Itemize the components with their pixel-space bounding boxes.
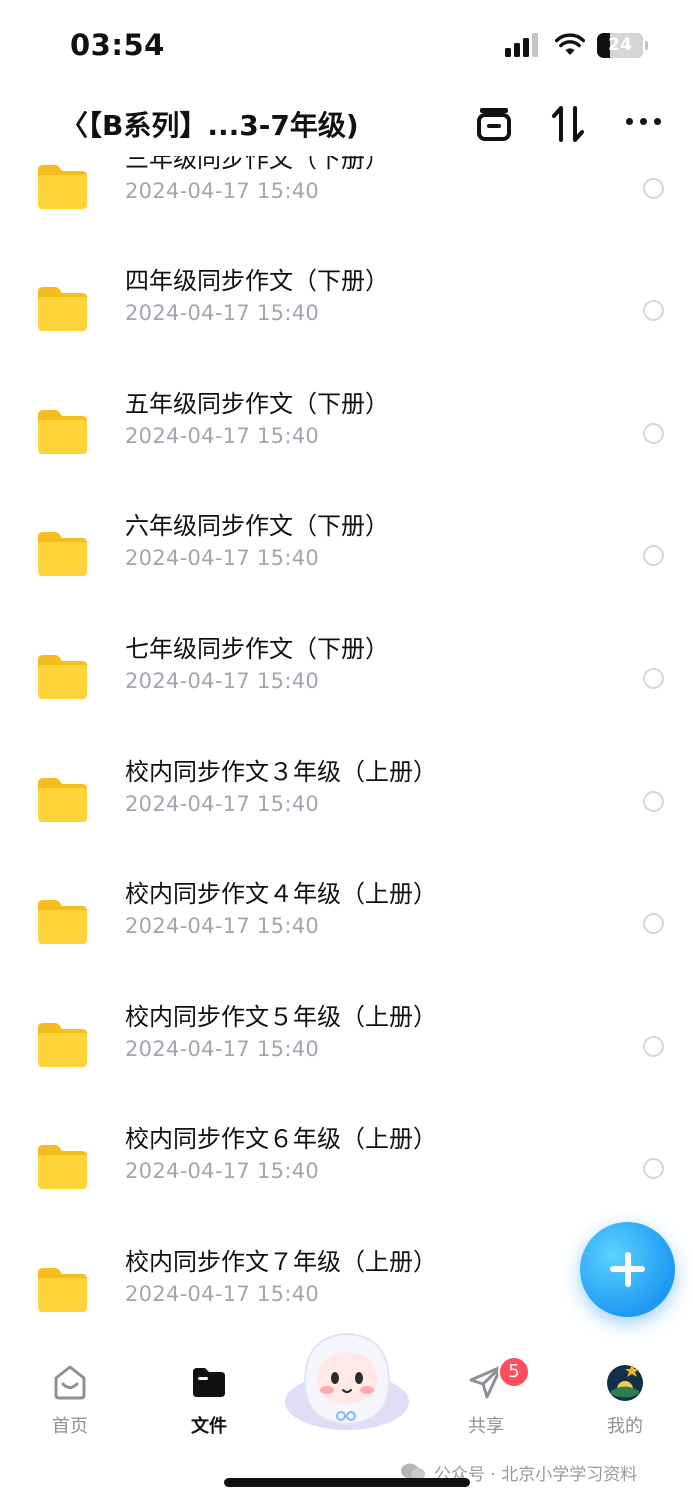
select-checkbox[interactable]: [643, 423, 664, 444]
file-row[interactable]: 五年级同步作文（下册） 2024-04-17 15:40: [0, 365, 693, 487]
nav-share-label: 共享: [468, 1416, 504, 1437]
file-name: 四年级同步作文（下册）: [125, 267, 389, 295]
folder-icon: [38, 410, 87, 454]
nav-home-label: 首页: [52, 1416, 88, 1437]
file-date: 2024-04-17 15:40: [125, 424, 320, 448]
archive-icon[interactable]: [474, 104, 514, 144]
file-date: 2024-04-17 15:40: [125, 1282, 320, 1306]
more-icon[interactable]: [624, 118, 664, 128]
nav-mine-label: 我的: [607, 1416, 643, 1437]
file-date: 2024-04-17 15:40: [125, 546, 320, 570]
nav-mine[interactable]: 我的: [580, 1362, 670, 1442]
file-name: 五年级同步作文（下册）: [125, 390, 389, 418]
nav-files-label: 文件: [191, 1416, 227, 1437]
battery-level: 24: [608, 35, 632, 55]
folder-icon: [38, 532, 87, 576]
home-icon: [54, 1365, 86, 1400]
folder-icon: [38, 1023, 87, 1067]
battery-tip: [645, 41, 648, 50]
file-date: 2024-04-17 15:40: [125, 301, 320, 325]
home-indicator[interactable]: [224, 1478, 470, 1487]
file-name: 七年级同步作文（下册）: [125, 635, 389, 663]
file-row[interactable]: 校内同步作文５年级（上册） 2024-04-17 15:40: [0, 978, 693, 1100]
select-checkbox[interactable]: [643, 668, 664, 689]
wifi-icon: [555, 33, 585, 55]
battery-icon: 24: [597, 33, 643, 58]
nav-files[interactable]: 文件: [164, 1362, 254, 1442]
sort-icon[interactable]: [549, 104, 589, 144]
folder-icon: [38, 778, 87, 822]
folder-icon: [38, 900, 87, 944]
file-date: 2024-04-17 15:40: [125, 1159, 320, 1183]
avatar-icon: [607, 1364, 643, 1401]
header: 〈【B系列】...3-7年级): [0, 92, 693, 156]
file-row[interactable]: 校内同步作文３年级（上册） 2024-04-17 15:40: [0, 733, 693, 855]
file-date: 2024-04-17 15:40: [125, 792, 320, 816]
folder-icon: [38, 165, 87, 209]
file-row[interactable]: 六年级同步作文（下册） 2024-04-17 15:40: [0, 487, 693, 609]
file-row[interactable]: 四年级同步作文（下册） 2024-04-17 15:40: [0, 242, 693, 364]
mascot-icon[interactable]: [283, 1322, 411, 1432]
select-checkbox[interactable]: [643, 1158, 664, 1179]
file-list: 三年级同步作文（下册） 2024-04-17 15:40 四年级同步作文（下册） 20…: [0, 138, 693, 1340]
nav-home[interactable]: 首页: [25, 1362, 115, 1442]
folder-icon: [38, 655, 87, 699]
signal-icon: [505, 33, 543, 57]
file-name: 校内同步作文３年级（上册）: [125, 758, 437, 786]
folder-icon: [193, 1368, 225, 1397]
share-badge: 5: [498, 1356, 530, 1388]
file-row[interactable]: 校内同步作文６年级（上册） 2024-04-17 15:40: [0, 1100, 693, 1222]
status-time: 03:54: [70, 28, 165, 62]
select-checkbox[interactable]: [643, 300, 664, 321]
file-date: 2024-04-17 15:40: [125, 669, 320, 693]
folder-icon: [38, 287, 87, 331]
file-name: 校内同步作文５年级（上册）: [125, 1003, 437, 1031]
file-row[interactable]: 校内同步作文４年级（上册） 2024-04-17 15:40: [0, 855, 693, 977]
file-date: 2024-04-17 15:40: [125, 179, 320, 203]
add-button[interactable]: [580, 1222, 675, 1317]
file-name: 校内同步作文６年级（上册）: [125, 1125, 437, 1153]
select-checkbox[interactable]: [643, 913, 664, 934]
file-date: 2024-04-17 15:40: [125, 914, 320, 938]
status-bar: 03:54 24: [0, 0, 693, 92]
select-checkbox[interactable]: [643, 545, 664, 566]
file-name: 校内同步作文４年级（上册）: [125, 880, 437, 908]
file-row[interactable]: 七年级同步作文（下册） 2024-04-17 15:40: [0, 610, 693, 732]
select-checkbox[interactable]: [643, 791, 664, 812]
file-date: 2024-04-17 15:40: [125, 1037, 320, 1061]
select-checkbox[interactable]: [643, 1036, 664, 1057]
file-name: 校内同步作文７年级（上册）: [125, 1248, 437, 1276]
select-checkbox[interactable]: [643, 178, 664, 199]
folder-icon: [38, 1145, 87, 1189]
folder-icon: [38, 1268, 87, 1312]
file-name: 六年级同步作文（下册）: [125, 512, 389, 540]
page-title[interactable]: 〈【B系列】...3-7年级): [60, 104, 359, 144]
